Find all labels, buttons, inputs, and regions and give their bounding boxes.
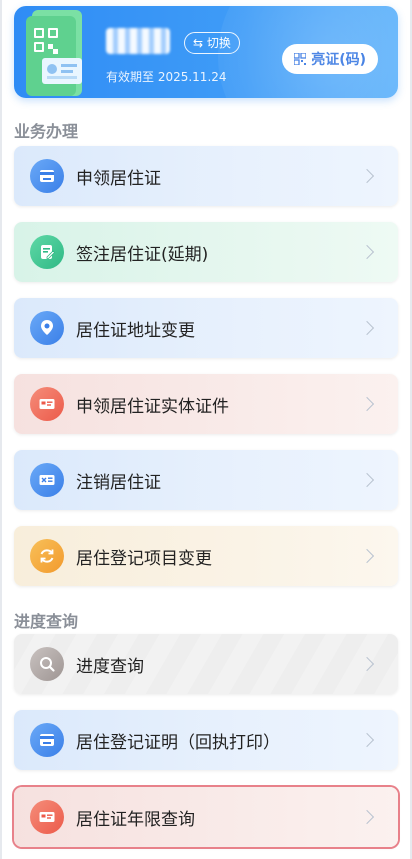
chevron-right-icon [359,396,375,412]
qr-card-illustration-icon [26,10,82,96]
switch-button-label: ⇆ 切换 [193,35,231,50]
menu-item-physical-card[interactable]: 申领居住证实体证件 [14,374,398,434]
qr-code-icon [294,53,307,65]
blurred-holder-name [106,28,170,54]
cancel-card-icon [30,463,64,497]
chevron-right-icon [359,548,375,564]
menu-item-progress-query[interactable]: 进度查询 [14,634,398,694]
section-title-progress: 进度查询 [14,612,79,631]
valid-until-text: 有效期至 2025.11.24 [106,70,227,84]
location-pin-icon [30,311,64,345]
menu-item-apply-permit[interactable]: 申领居住证 [14,146,398,206]
menu-item-registration-change[interactable]: 居住登记项目变更 [14,526,398,586]
menu-item-address-change[interactable]: 居住证地址变更 [14,298,398,358]
menu-item-label: 申领居住证实体证件 [76,396,229,417]
id-card-icon [30,159,64,193]
menu-item-label: 居住登记证明（回执打印） [76,732,280,753]
switch-button[interactable]: ⇆ 切换 [184,32,240,54]
menu-item-cancel-permit[interactable]: 注销居住证 [14,450,398,510]
search-icon [30,647,64,681]
menu-item-label: 居住证地址变更 [76,320,195,341]
chevron-right-icon [359,320,375,336]
section-title-business: 业务办理 [14,122,79,141]
chevron-right-icon [359,809,375,825]
menu-item-label: 申领居住证 [76,168,161,189]
residence-permit-card[interactable]: ⇆ 切换 有效期至 2025.11.24 亮证(码) [14,6,398,98]
menu-item-label: 签注居住证(延期) [76,244,209,265]
card-query-icon [30,800,64,834]
show-code-button[interactable]: 亮证(码) [282,44,378,74]
chevron-right-icon [359,244,375,260]
edit-document-icon [30,235,64,269]
menu-item-label: 注销居住证 [76,472,161,493]
certificate-icon [30,723,64,757]
refresh-icon [30,539,64,573]
menu-item-label: 居住登记项目变更 [76,548,212,569]
menu-item-permit-years-query[interactable]: 居住证年限查询 [14,787,398,847]
menu-item-label: 进度查询 [76,656,144,677]
chevron-right-icon [359,472,375,488]
chevron-right-icon [359,656,375,672]
menu-item-endorse-permit[interactable]: 签注居住证(延期) [14,222,398,282]
menu-item-label: 居住证年限查询 [76,809,195,830]
chevron-right-icon [359,732,375,748]
chevron-right-icon [359,168,375,184]
physical-card-icon [30,387,64,421]
show-code-label: 亮证(码) [311,52,366,68]
menu-item-registration-certificate[interactable]: 居住登记证明（回执打印） [14,710,398,770]
